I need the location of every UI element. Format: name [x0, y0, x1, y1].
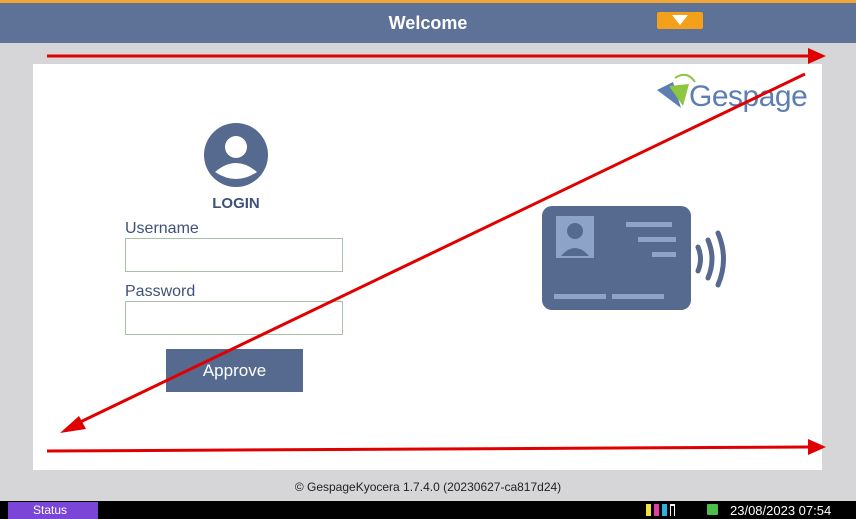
- password-label: Password: [125, 283, 196, 300]
- contactless-card-icon: [542, 206, 726, 310]
- chevron-down-icon: [672, 15, 688, 25]
- user-avatar-icon: [204, 123, 268, 187]
- copyright-text: © GespageKyocera 1.7.4.0 (20230627-ca817…: [294, 480, 562, 494]
- page-title: Welcome: [388, 13, 468, 33]
- password-field[interactable]: [125, 301, 343, 335]
- logo-text: Gespage: [689, 80, 808, 113]
- username-field[interactable]: [125, 238, 343, 272]
- datetime-display: 23/08/2023 07:54: [730, 503, 832, 518]
- login-heading: LOGIN: [212, 195, 260, 212]
- status-bar: [0, 501, 856, 519]
- title-bar: Welcome: [0, 0, 856, 43]
- approve-button[interactable]: Approve: [166, 349, 303, 392]
- menu-dropdown-button[interactable]: [657, 12, 703, 29]
- status-button[interactable]: Status: [8, 502, 98, 519]
- username-label: Username: [125, 220, 199, 237]
- toner-level-icon: [646, 504, 675, 516]
- arrowhead-top: [808, 48, 826, 64]
- screen-status-icon: [707, 504, 718, 515]
